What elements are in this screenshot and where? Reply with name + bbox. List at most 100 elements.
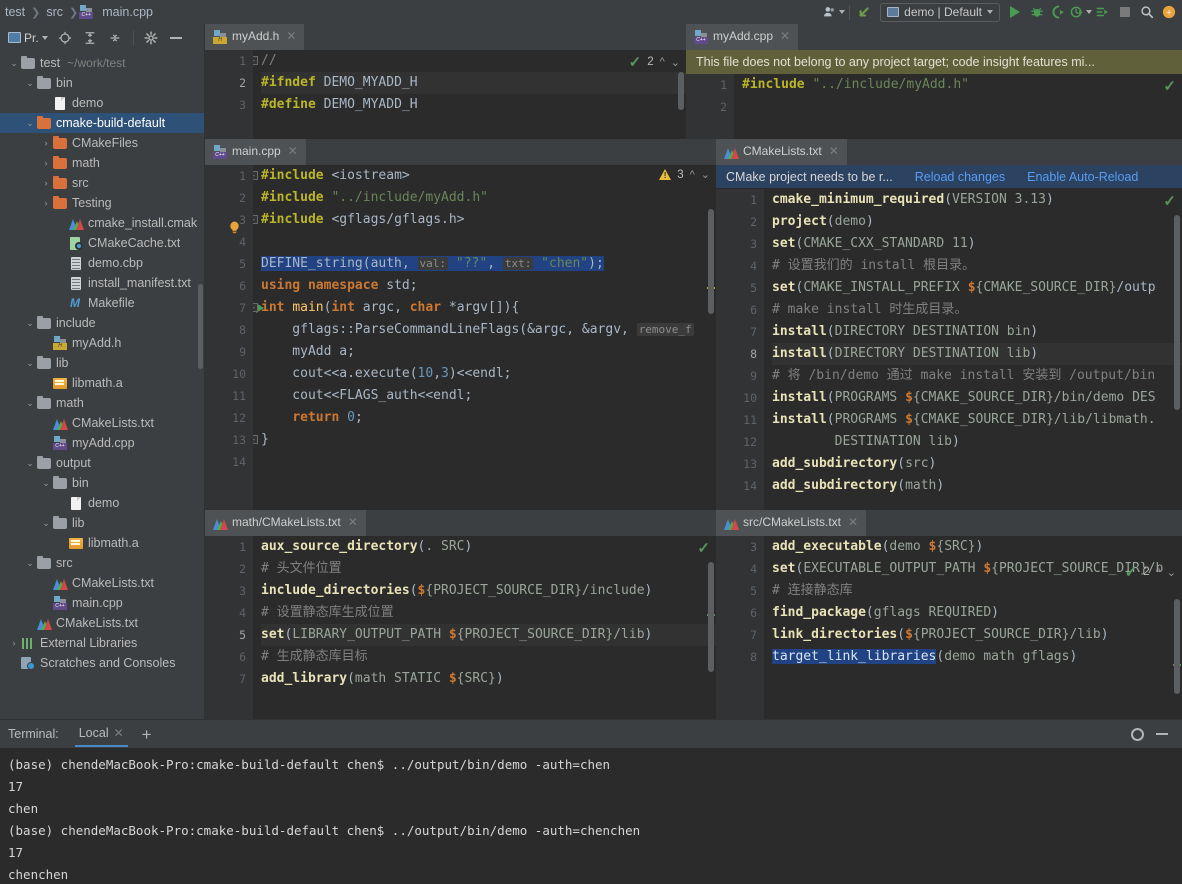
inspection-status-myadd-h[interactable]: ✓ 2 ^ ⌄ bbox=[629, 53, 680, 71]
tree-node-cmake-install-cmak[interactable]: cmake_install.cmak bbox=[0, 213, 204, 233]
tree-node-cmakelists-txt[interactable]: CMakeLists.txt bbox=[0, 573, 204, 593]
reload-changes-link[interactable]: Reload changes bbox=[915, 170, 1005, 184]
code-editor-myadd-cpp[interactable]: 12 #include "../include/myAdd.h" ✓ bbox=[686, 74, 1182, 139]
tree-node-testing[interactable]: ›Testing bbox=[0, 193, 204, 213]
close-icon[interactable]: ✕ bbox=[348, 515, 358, 529]
debug-icon[interactable] bbox=[1026, 0, 1048, 24]
tree-node-install-manifest-txt[interactable]: install_manifest.txt bbox=[0, 273, 204, 293]
tab-cmakelists-root[interactable]: CMakeLists.txt ✕ bbox=[716, 139, 847, 165]
code-editor-cmakelists-root[interactable]: 1234567891011121314 cmake_minimum_requir… bbox=[716, 189, 1182, 510]
tree-expand-arrow-icon[interactable]: › bbox=[8, 633, 20, 653]
tree-expand-arrow-icon[interactable]: › bbox=[40, 153, 52, 173]
breadcrumb-item-0[interactable]: test bbox=[0, 5, 30, 19]
hide-icon[interactable] bbox=[1156, 733, 1168, 735]
code-content[interactable]: #include "../include/myAdd.h" bbox=[734, 74, 1182, 139]
tree-node-scratches-and-consoles[interactable]: Scratches and Consoles bbox=[0, 653, 204, 673]
tree-node-myadd-cpp[interactable]: C++myAdd.cpp bbox=[0, 433, 204, 453]
tree-expand-arrow-icon[interactable]: › bbox=[40, 193, 52, 213]
code-content[interactable]: aux_source_directory(. SRC)# 头文件位置includ… bbox=[253, 536, 716, 719]
tab-main-cpp[interactable]: C++ main.cpp ✕ bbox=[205, 139, 306, 165]
tree-node-libmath-a[interactable]: libmath.a bbox=[0, 533, 204, 553]
tree-node-cmakelists-txt[interactable]: CMakeLists.txt bbox=[0, 413, 204, 433]
attach-to-process-icon[interactable] bbox=[1092, 0, 1114, 24]
stop-icon[interactable] bbox=[1114, 0, 1136, 24]
tree-node-cmakecache-txt[interactable]: CMakeCache.txt bbox=[0, 233, 204, 253]
hide-icon[interactable] bbox=[164, 27, 189, 49]
enable-auto-reload-link[interactable]: Enable Auto-Reload bbox=[1027, 170, 1138, 184]
tree-expand-arrow-icon[interactable]: ⌄ bbox=[24, 73, 36, 93]
tree-node-main-cpp[interactable]: C++main.cpp bbox=[0, 593, 204, 613]
locate-icon[interactable] bbox=[53, 27, 78, 49]
next-problem-icon[interactable]: ⌄ bbox=[1167, 566, 1176, 579]
file-scope-warning-banner[interactable]: This file does not belong to any project… bbox=[686, 50, 1182, 74]
gear-icon[interactable] bbox=[1131, 728, 1144, 741]
project-view-selector[interactable]: Pr. bbox=[8, 27, 53, 49]
gear-icon[interactable] bbox=[139, 27, 164, 49]
tree-expand-arrow-icon[interactable]: ⌄ bbox=[24, 113, 36, 133]
tree-expand-arrow-icon[interactable]: ⌄ bbox=[24, 393, 36, 413]
code-editor-cmakelists-math[interactable]: 1234567 aux_source_directory(. SRC)# 头文件… bbox=[205, 536, 716, 719]
code-fold-icon[interactable]: - bbox=[253, 215, 258, 224]
tab-cmakelists-src[interactable]: src/CMakeLists.txt ✕ bbox=[716, 510, 866, 536]
editor-scrollbar[interactable] bbox=[708, 209, 714, 314]
tree-expand-arrow-icon[interactable]: ⌄ bbox=[24, 353, 36, 373]
tree-node-cmakefiles[interactable]: ›CMakeFiles bbox=[0, 133, 204, 153]
next-problem-icon[interactable]: ⌄ bbox=[701, 168, 710, 181]
tree-node-test[interactable]: ⌄test~/work/test bbox=[0, 53, 204, 73]
tree-node-external-libraries[interactable]: ›External Libraries bbox=[0, 633, 204, 653]
code-editor-main-cpp[interactable]: 1234567891011121314 #include <iostream>-… bbox=[205, 165, 716, 510]
tree-node-myadd-h[interactable]: HmyAdd.h bbox=[0, 333, 204, 353]
next-problem-icon[interactable]: ⌄ bbox=[671, 56, 680, 69]
project-tree[interactable]: ⌄test~/work/test⌄bindemo⌄cmake-build-def… bbox=[0, 51, 204, 719]
tree-node-math[interactable]: ›math bbox=[0, 153, 204, 173]
tree-node-demo[interactable]: demo bbox=[0, 493, 204, 513]
editor-scrollbar[interactable] bbox=[1174, 599, 1180, 694]
run-configuration-selector[interactable]: demo | Default bbox=[880, 3, 1000, 22]
code-content[interactable]: add_executable(demo ${SRC})set(EXECUTABL… bbox=[764, 536, 1182, 719]
inspection-status-cmakelists-math[interactable]: ✓ bbox=[697, 539, 710, 557]
close-icon[interactable]: ✕ bbox=[288, 144, 298, 158]
tree-node-libmath-a[interactable]: libmath.a bbox=[0, 373, 204, 393]
tree-expand-arrow-icon[interactable]: ⌄ bbox=[40, 513, 52, 533]
tree-expand-arrow-icon[interactable]: ⌄ bbox=[40, 473, 52, 493]
tab-cmakelists-math[interactable]: math/CMakeLists.txt ✕ bbox=[205, 510, 366, 536]
code-content[interactable]: cmake_minimum_required(VERSION 3.13)proj… bbox=[764, 189, 1182, 510]
inspection-status-main-cpp[interactable]: 3 ^ ⌄ bbox=[659, 168, 710, 181]
code-content[interactable]: //-#ifndef DEMO_MYADD_H#define DEMO_MYAD… bbox=[253, 50, 686, 139]
update-arrow-icon[interactable] bbox=[854, 0, 876, 24]
user-avatar-icon[interactable] bbox=[823, 0, 845, 24]
inspection-status-myadd-cpp[interactable]: ✓ bbox=[1163, 77, 1176, 95]
search-everywhere-icon[interactable] bbox=[1136, 0, 1158, 24]
close-icon[interactable]: ✕ bbox=[780, 29, 790, 43]
code-editor-cmakelists-src[interactable]: 345678 add_executable(demo ${SRC})set(EX… bbox=[716, 536, 1182, 719]
run-icon[interactable] bbox=[1004, 0, 1026, 24]
tree-node-math[interactable]: ⌄math bbox=[0, 393, 204, 413]
tree-expand-arrow-icon[interactable]: › bbox=[40, 173, 52, 193]
tree-expand-arrow-icon[interactable]: ⌄ bbox=[24, 313, 36, 333]
tree-node-cmakelists-txt[interactable]: CMakeLists.txt bbox=[0, 613, 204, 633]
editor-scrollbar[interactable] bbox=[678, 72, 684, 110]
tree-node-bin[interactable]: ⌄bin bbox=[0, 73, 204, 93]
previous-problem-icon[interactable]: ^ bbox=[690, 169, 695, 181]
code-content[interactable]: #include <iostream>-#include "../include… bbox=[253, 165, 716, 510]
code-fold-icon[interactable]: - bbox=[253, 303, 258, 312]
intention-bulb-icon[interactable] bbox=[229, 221, 240, 234]
tree-node-cmake-build-default[interactable]: ⌄cmake-build-default bbox=[0, 113, 204, 133]
tree-node-src[interactable]: ⌄src bbox=[0, 553, 204, 573]
expand-all-icon[interactable] bbox=[78, 27, 103, 49]
tree-node-demo-cbp[interactable]: demo.cbp bbox=[0, 253, 204, 273]
previous-problem-icon[interactable]: ^ bbox=[1156, 566, 1161, 578]
code-fold-icon[interactable]: - bbox=[253, 171, 258, 180]
tree-node-lib[interactable]: ⌄lib bbox=[0, 513, 204, 533]
tree-node-lib[interactable]: ⌄lib bbox=[0, 353, 204, 373]
editor-scrollbar[interactable] bbox=[708, 562, 714, 672]
previous-problem-icon[interactable]: ^ bbox=[660, 56, 665, 68]
tree-node-src[interactable]: ›src bbox=[0, 173, 204, 193]
tree-expand-arrow-icon[interactable]: › bbox=[40, 133, 52, 153]
close-icon[interactable]: ✕ bbox=[848, 515, 858, 529]
code-editor-myadd-h[interactable]: 123 //-#ifndef DEMO_MYADD_H#define DEMO_… bbox=[205, 50, 686, 139]
tree-node-output[interactable]: ⌄output bbox=[0, 453, 204, 473]
tree-node-bin[interactable]: ⌄bin bbox=[0, 473, 204, 493]
tree-node-demo[interactable]: demo bbox=[0, 93, 204, 113]
breadcrumb-item-2[interactable]: main.cpp bbox=[97, 5, 158, 19]
